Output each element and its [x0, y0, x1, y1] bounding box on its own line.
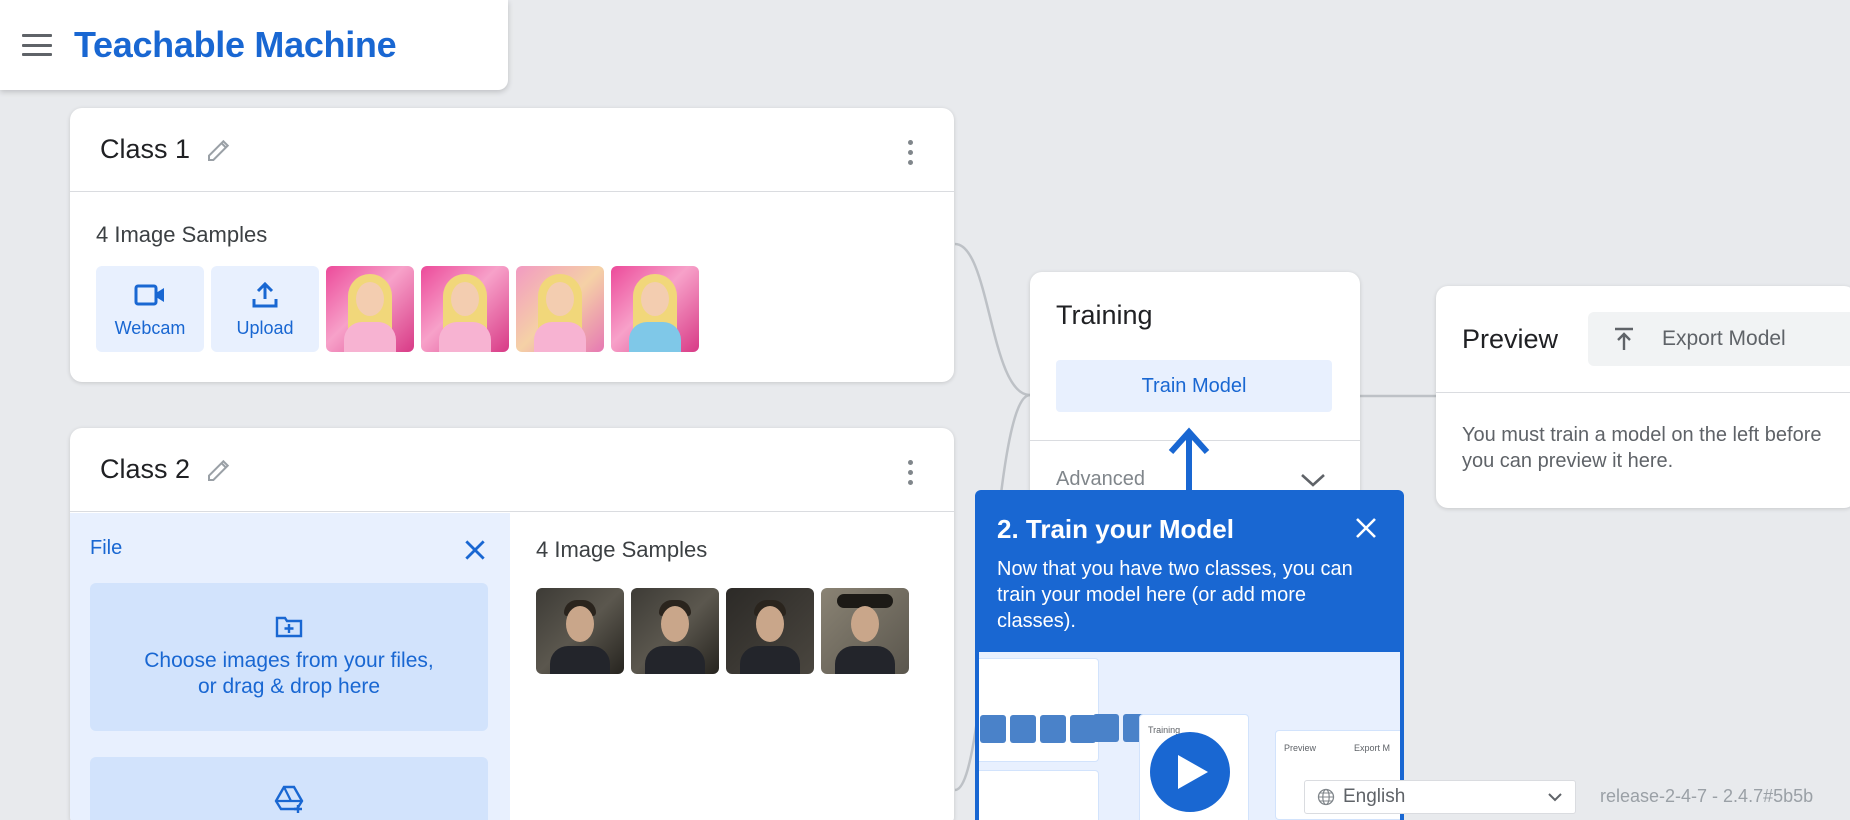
language-value: English: [1343, 786, 1406, 807]
google-drive-button[interactable]: [90, 757, 488, 820]
tooltip-body: Now that you have two classes, you can t…: [997, 558, 1353, 632]
close-icon[interactable]: [1354, 516, 1378, 540]
drop-text-line1: Choose images from your files,: [144, 649, 434, 672]
app-header: Teachable Machine: [0, 0, 508, 90]
edit-icon[interactable]: [204, 135, 234, 165]
drive-icon: [274, 785, 304, 813]
onboarding-tooltip: 2. Train your Model Now that you have tw…: [975, 490, 1404, 820]
mini-export-label: Export M: [1354, 743, 1391, 753]
upload-button[interactable]: Upload: [211, 266, 319, 352]
edit-icon[interactable]: [204, 455, 234, 485]
preview-card: Preview Export Model You must train a mo…: [1436, 286, 1850, 508]
sample-thumbnail[interactable]: [421, 266, 509, 352]
sample-thumbnail[interactable]: [726, 588, 814, 674]
sample-thumbnail[interactable]: [536, 588, 624, 674]
mini-preview-label: Preview: [1284, 743, 1317, 753]
app-title[interactable]: Teachable Machine: [74, 24, 397, 66]
drop-text-line2: or drag & drop here: [197, 675, 381, 698]
file-panel-title: File: [90, 537, 123, 559]
sample-thumbnail[interactable]: [631, 588, 719, 674]
samples-count: 4 Image Samples: [536, 537, 708, 562]
train-model-button[interactable]: Train Model: [1056, 360, 1332, 412]
class-card-2: Class 2 File Choose images from your fil…: [70, 428, 954, 820]
webcam-label: Webcam: [114, 317, 186, 338]
training-title: Training: [1056, 300, 1153, 330]
mini-class-card: [979, 658, 1099, 762]
samples-count: 4 Image Samples: [96, 222, 268, 247]
language-select[interactable]: English: [1304, 780, 1576, 814]
file-drop-zone[interactable]: Choose images from your files, or drag &…: [90, 583, 488, 731]
export-icon: [1615, 327, 1633, 350]
divider: [1030, 440, 1360, 441]
preview-message: You must train a model on the left befor…: [1462, 424, 1822, 472]
upload-icon: [252, 281, 278, 307]
more-vert-icon[interactable]: [908, 140, 918, 165]
sample-thumbnail[interactable]: [611, 266, 699, 352]
training-card: Training Train Model Advanced: [1030, 272, 1360, 502]
play-icon: [1178, 755, 1208, 789]
play-button[interactable]: [1150, 732, 1230, 812]
tooltip-title: 2. Train your Model: [997, 514, 1234, 544]
class-name[interactable]: Class 1: [100, 134, 190, 165]
divider: [1436, 392, 1850, 393]
mini-class-card: [979, 770, 1099, 820]
file-upload-panel: File Choose images from your files, or d…: [70, 513, 510, 820]
menu-icon[interactable]: [22, 34, 52, 56]
advanced-toggle[interactable]: Advanced: [1056, 468, 1145, 491]
class-name[interactable]: Class 2: [100, 454, 190, 485]
preview-title: Preview: [1462, 324, 1559, 354]
version-label: release-2-4-7 - 2.4.7#5b5b: [1600, 786, 1814, 806]
class-header: Class 1: [70, 108, 954, 192]
globe-icon: [1317, 788, 1335, 806]
chevron-down-icon[interactable]: [1300, 472, 1326, 488]
export-label: Export Model: [1662, 327, 1786, 350]
export-model-button[interactable]: Export Model: [1588, 312, 1850, 366]
close-icon[interactable]: [462, 537, 488, 563]
class-card-1: Class 1 4 Image Samples Webcam Upload: [70, 108, 954, 382]
webcam-button[interactable]: Webcam: [96, 266, 204, 352]
chevron-down-icon: [1548, 793, 1562, 802]
folder-add-icon: [275, 616, 303, 638]
sample-thumbnail[interactable]: [516, 266, 604, 352]
class-header: Class 2: [70, 428, 954, 512]
more-vert-icon[interactable]: [908, 460, 918, 485]
upload-label: Upload: [236, 317, 294, 338]
sample-thumbnail[interactable]: [821, 588, 909, 674]
sample-thumbnail[interactable]: [326, 266, 414, 352]
samples-panel: 4 Image Samples: [510, 513, 954, 820]
webcam-icon: [134, 284, 164, 305]
